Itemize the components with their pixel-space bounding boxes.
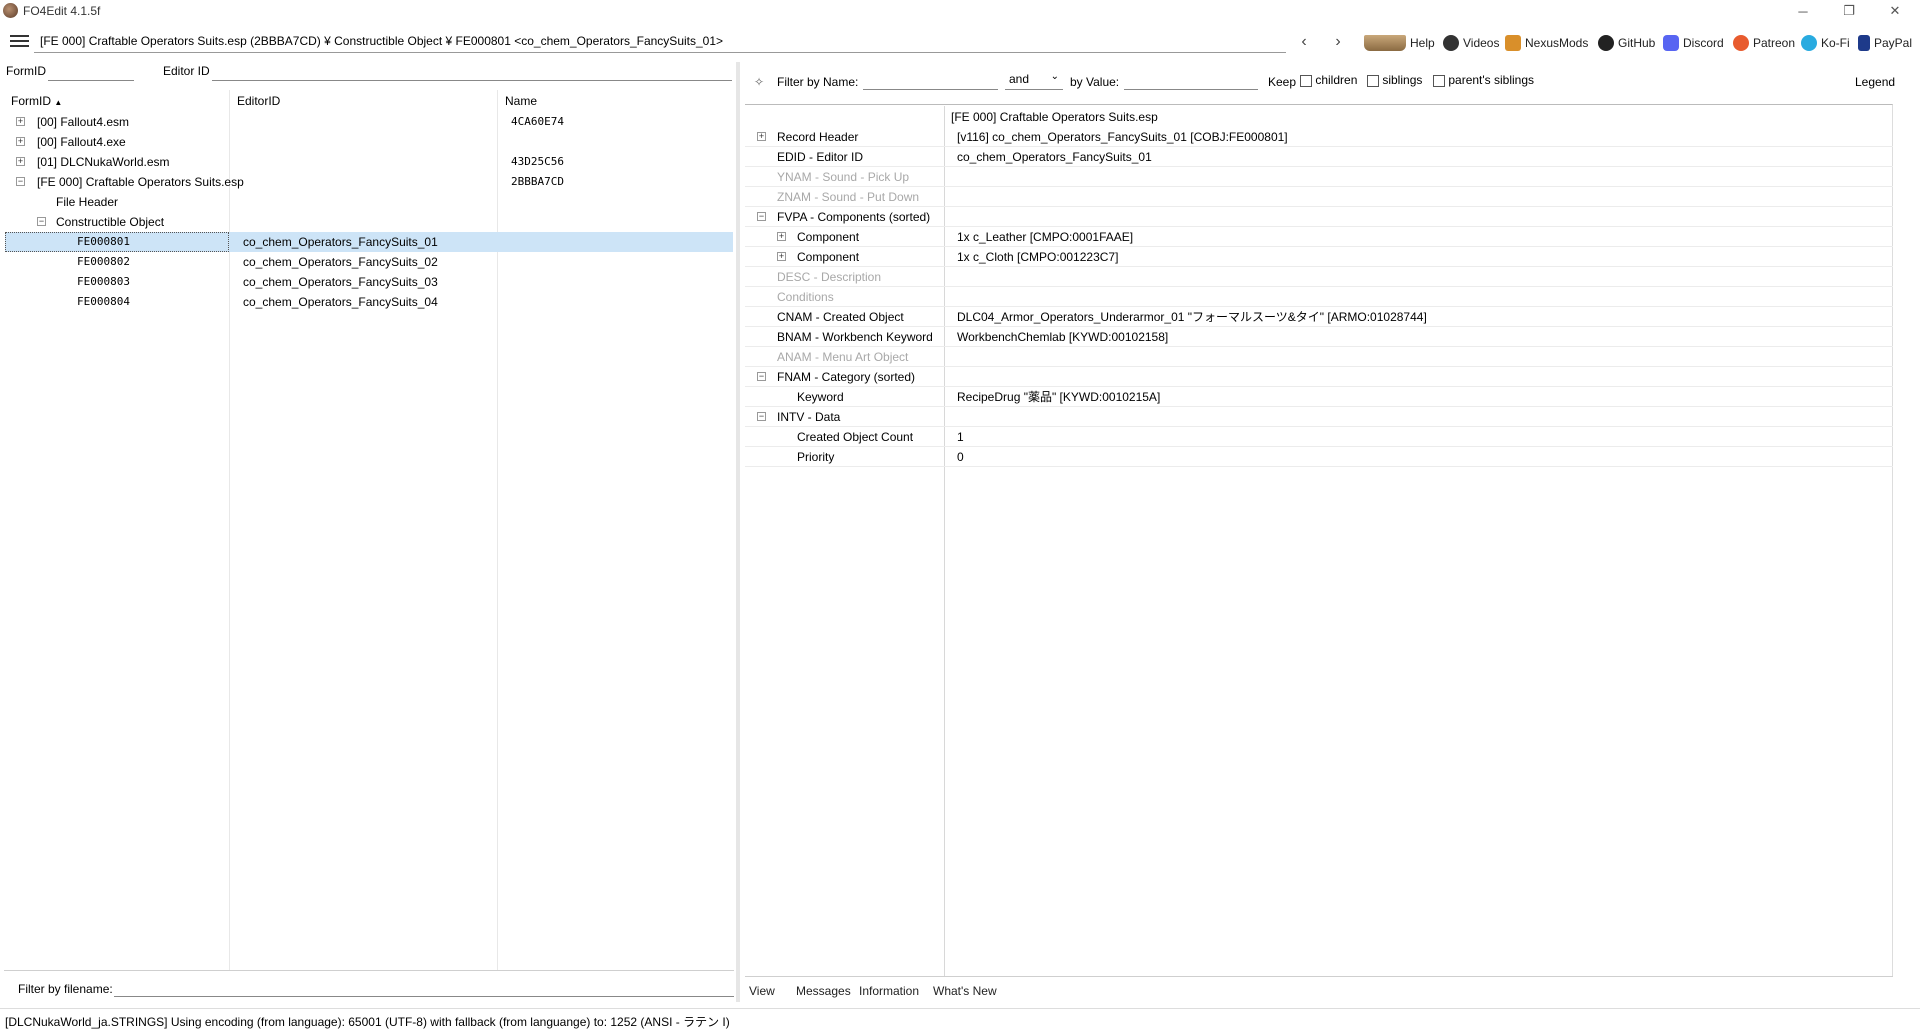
discord-link[interactable]: Discord xyxy=(1663,33,1724,53)
record-row[interactable]: ANAM - Menu Art Object xyxy=(745,347,1893,367)
keep-siblings-checkbox[interactable]: siblings xyxy=(1367,73,1422,87)
record-row[interactable]: − FNAM - Category (sorted) xyxy=(745,367,1893,387)
expand-icon[interactable]: + xyxy=(16,137,25,146)
record-row[interactable]: Created Object Count 1 xyxy=(745,427,1893,447)
tree-item-constructible-object[interactable]: − Constructible Object xyxy=(5,212,733,232)
github-link[interactable]: GitHub xyxy=(1598,33,1655,53)
collapse-icon[interactable]: − xyxy=(16,177,25,186)
keep-label: Keep xyxy=(1268,75,1297,89)
tree-item-dlcnukaworld-esm[interactable]: + [01] DLCNukaWorld.esm 43D25C56 xyxy=(5,152,733,172)
record-row[interactable]: ZNAM - Sound - Put Down xyxy=(745,187,1893,207)
record-row[interactable]: CNAM - Created Object DLC04_Armor_Operato… xyxy=(745,307,1893,327)
sort-ascending-icon: ▲ xyxy=(54,98,63,107)
book-icon xyxy=(1364,35,1406,51)
keep-parents-siblings-checkbox[interactable]: parent's siblings xyxy=(1433,73,1534,87)
pin-icon[interactable]: ✧ xyxy=(754,75,764,89)
editorid-label: Editor ID xyxy=(163,64,210,78)
minimize-button[interactable]: ─ xyxy=(1780,0,1826,22)
pane-splitter[interactable] xyxy=(736,62,740,1002)
file-column-header: [FE 000] Craftable Operators Suits.esp xyxy=(951,110,1158,124)
tree-item-fe000804[interactable]: FE000804 co_chem_Operators_FancySuits_04 xyxy=(5,292,733,312)
record-row[interactable]: EDID - Editor ID co_chem_Operators_FancyS… xyxy=(745,147,1893,167)
record-row[interactable]: YNAM - Sound - Pick Up xyxy=(745,167,1893,187)
video-icon xyxy=(1443,35,1459,51)
paypal-link[interactable]: PayPal xyxy=(1858,33,1912,53)
github-icon xyxy=(1598,35,1614,51)
tree-item-fallout4-exe[interactable]: + [00] Fallout4.exe xyxy=(5,132,733,152)
record-row[interactable]: + Component 1x c_Leather [CMPO:0001FAAE] xyxy=(745,227,1893,247)
filter-filename-input[interactable] xyxy=(114,978,734,997)
expand-icon[interactable]: + xyxy=(777,252,786,261)
nexusmods-icon xyxy=(1505,35,1521,51)
formid-label: FormID xyxy=(6,64,46,78)
record-path-field[interactable]: [FE 000] Craftable Operators Suits.esp (… xyxy=(34,31,1286,53)
expand-icon[interactable]: + xyxy=(16,157,25,166)
nexusmods-link[interactable]: NexusMods xyxy=(1505,33,1588,53)
record-row[interactable]: + Record Header [v116] co_chem_Operators_… xyxy=(745,127,1893,147)
videos-link[interactable]: Videos xyxy=(1443,33,1499,53)
patreon-link[interactable]: Patreon xyxy=(1733,33,1795,53)
divider xyxy=(745,976,1893,977)
tree-item-fallout4-esm[interactable]: + [00] Fallout4.esm 4CA60E74 xyxy=(5,112,733,132)
column-formid[interactable]: FormID ▲ xyxy=(11,94,62,108)
record-row[interactable]: − INTV - Data xyxy=(745,407,1893,427)
tree-item-fe000803[interactable]: FE000803 co_chem_Operators_FancySuits_03 xyxy=(5,272,733,292)
collapse-icon[interactable]: − xyxy=(757,372,766,381)
filter-name-input[interactable] xyxy=(863,71,998,90)
record-row[interactable]: Conditions xyxy=(745,287,1893,307)
record-row[interactable]: DESC - Description xyxy=(745,267,1893,287)
collapse-icon[interactable]: − xyxy=(757,212,766,221)
app-icon xyxy=(3,3,18,18)
menu-icon[interactable] xyxy=(10,35,29,49)
divider xyxy=(4,970,734,971)
patreon-icon xyxy=(1733,35,1749,51)
tab-view[interactable]: View xyxy=(749,980,775,1002)
tree-item-file-header[interactable]: File Header xyxy=(5,192,733,212)
tab-information[interactable]: Information xyxy=(859,980,919,1002)
collapse-icon[interactable]: − xyxy=(37,217,46,226)
filter-value-input[interactable] xyxy=(1124,71,1258,90)
collapse-icon[interactable]: − xyxy=(757,412,766,421)
help-link[interactable]: Help xyxy=(1364,33,1435,53)
close-button[interactable]: ✕ xyxy=(1872,0,1918,22)
keep-children-checkbox[interactable]: children xyxy=(1300,73,1357,87)
title-bar xyxy=(0,0,1920,22)
discord-icon xyxy=(1663,35,1679,51)
operator-select[interactable]: and ⌄ xyxy=(1005,70,1063,90)
record-row[interactable]: Priority 0 xyxy=(745,447,1893,467)
kofi-icon xyxy=(1801,35,1817,51)
formid-input[interactable] xyxy=(48,62,134,81)
column-name[interactable]: Name xyxy=(505,94,537,108)
tree-item-fe000802[interactable]: FE000802 co_chem_Operators_FancySuits_02 xyxy=(5,252,733,272)
forward-button[interactable]: › xyxy=(1327,32,1349,52)
expand-icon[interactable]: + xyxy=(777,232,786,241)
tree-item-craftable-operators-suits[interactable]: − [FE 000] Craftable Operators Suits.esp… xyxy=(5,172,733,192)
record-row[interactable]: + Component 1x c_Cloth [CMPO:001223C7] xyxy=(745,247,1893,267)
paypal-icon xyxy=(1858,35,1870,51)
editorid-input[interactable] xyxy=(212,62,732,81)
window-title: FO4Edit 4.1.5f xyxy=(23,4,101,18)
status-bar: [DLCNukaWorld_ja.STRINGS] Using encoding… xyxy=(0,1008,1920,1032)
record-row[interactable]: BNAM - Workbench Keyword WorkbenchChemlab… xyxy=(745,327,1893,347)
tree-item-fe000801[interactable]: FE000801 co_chem_Operators_FancySuits_01 xyxy=(5,232,733,252)
expand-icon[interactable]: + xyxy=(16,117,25,126)
tab-whats-new[interactable]: What's New xyxy=(933,980,997,1002)
record-row[interactable]: − FVPA - Components (sorted) xyxy=(745,207,1893,227)
filter-value-label: by Value: xyxy=(1070,75,1120,89)
filter-filename-label: Filter by filename: xyxy=(18,982,113,996)
record-row[interactable]: Keyword RecipeDrug "薬品" [KYWD:0010215A] xyxy=(745,387,1893,407)
tab-messages[interactable]: Messages xyxy=(796,980,851,1002)
maximize-button[interactable]: ❐ xyxy=(1826,0,1872,22)
legend-button[interactable]: Legend xyxy=(1855,75,1895,89)
kofi-link[interactable]: Ko-Fi xyxy=(1801,33,1850,53)
expand-icon[interactable]: + xyxy=(757,132,766,141)
back-button[interactable]: ‹ xyxy=(1293,32,1315,52)
chevron-down-icon: ⌄ xyxy=(1050,71,1059,82)
filter-name-label: Filter by Name: xyxy=(777,75,859,89)
column-editorid[interactable]: EditorID xyxy=(237,94,280,108)
tree-header: FormID ▲ EditorID Name xyxy=(5,90,733,112)
